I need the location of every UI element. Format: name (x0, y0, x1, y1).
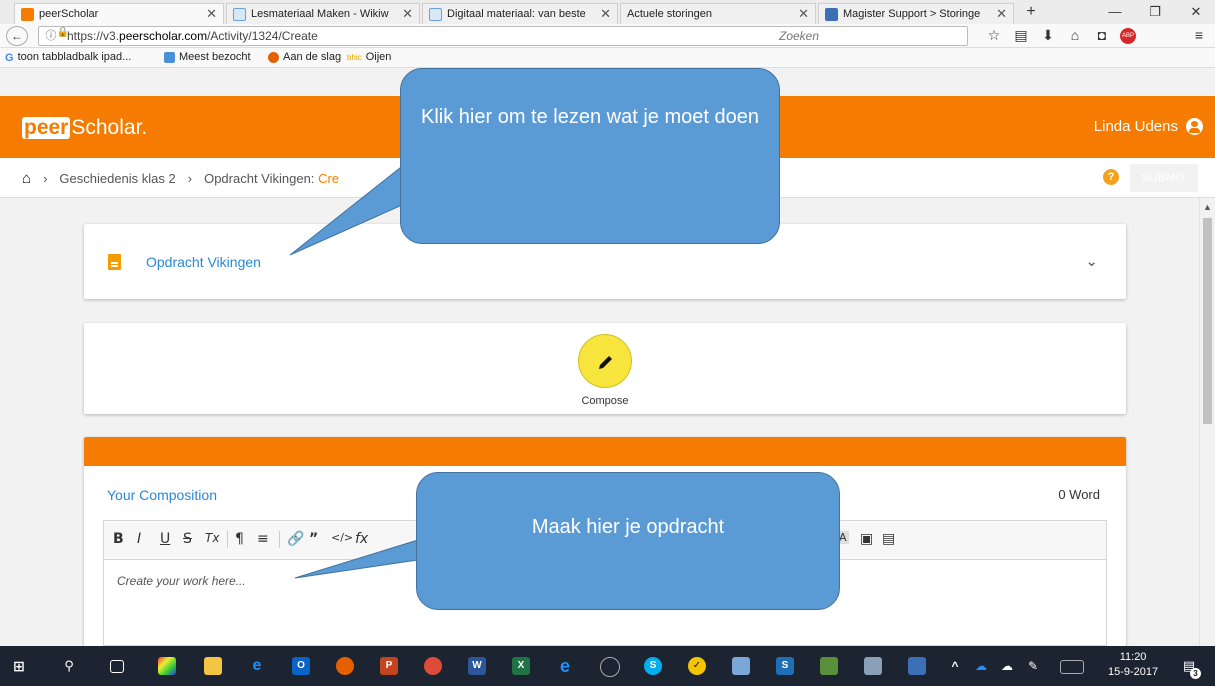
word-icon[interactable]: W (468, 657, 486, 675)
powerpoint-icon[interactable]: P (380, 657, 398, 675)
norton-icon[interactable]: ✓ (688, 657, 706, 675)
snipping-tool-icon[interactable] (732, 657, 750, 675)
task-view-icon[interactable] (110, 660, 124, 673)
excel-icon[interactable]: X (512, 657, 530, 675)
onedrive-personal-icon[interactable]: ☁ (998, 657, 1016, 675)
app-icon[interactable] (908, 657, 926, 675)
callout-read-instructions: Klik hier om te lezen wat je moet doen (400, 68, 780, 244)
callout-text: Maak hier je opdracht (531, 516, 725, 538)
taskbar-clock[interactable]: 11:20 15-9-2017 (1108, 650, 1158, 680)
onedrive-icon[interactable]: ☁ (972, 657, 990, 675)
pen-icon[interactable]: ✎ (1024, 657, 1042, 675)
callout-make-assignment: Maak hier je opdracht (416, 472, 840, 610)
app-icon[interactable] (864, 657, 882, 675)
clock-date: 15-9-2017 (1108, 666, 1159, 678)
internet-explorer-icon[interactable]: e (556, 657, 574, 675)
skype-icon[interactable]: S (644, 657, 662, 675)
chevron-up-icon[interactable]: ^ (946, 657, 964, 675)
paint-app-icon[interactable] (158, 657, 176, 675)
edge-icon[interactable]: e (248, 657, 266, 675)
notification-count-badge: 3 (1190, 668, 1201, 679)
windows-start-icon[interactable]: ⊞ (10, 657, 28, 675)
sway-icon[interactable]: S (776, 657, 794, 675)
file-explorer-icon[interactable] (204, 657, 222, 675)
search-icon[interactable]: ⚲ (60, 657, 78, 675)
outlook-icon[interactable]: O (292, 657, 310, 675)
firefox-icon[interactable] (336, 657, 354, 675)
windows-taskbar: ⊞ ⚲ e O P W X e S ✓ S ^ ☁ ☁ ✎ 11:20 15-9… (0, 646, 1215, 686)
keyboard-icon[interactable] (1060, 660, 1084, 674)
cortana-icon[interactable] (600, 657, 620, 677)
callout-text: Klik hier om te lezen wat je moet doen (421, 106, 759, 128)
chrome-icon[interactable] (424, 657, 442, 675)
clock-time: 11:20 (1119, 651, 1147, 663)
app-icon[interactable] (820, 657, 838, 675)
